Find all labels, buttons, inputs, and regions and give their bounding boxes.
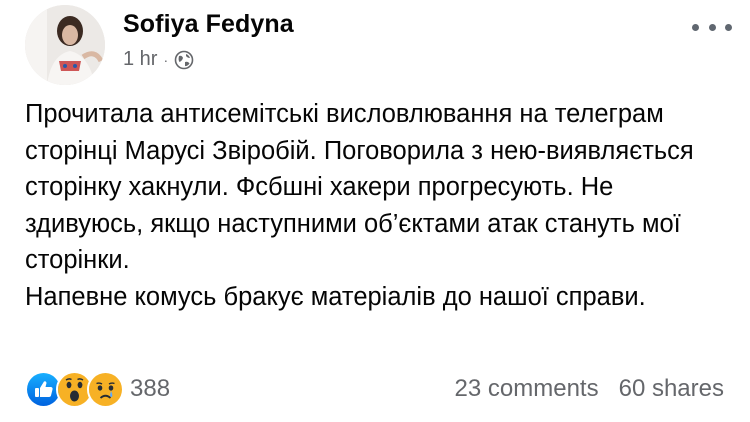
- globe-icon[interactable]: [174, 50, 194, 70]
- reactions[interactable]: 388: [25, 370, 171, 408]
- separator: ·: [163, 51, 169, 68]
- sad-icon: [87, 370, 124, 408]
- more-options-icon[interactable]: [692, 17, 732, 37]
- post-paragraph: Напевне комусь бракує матеріалів до нашо…: [25, 282, 646, 311]
- author-name[interactable]: Sofiya Fedyna: [123, 10, 294, 39]
- shares-link[interactable]: 60 shares: [619, 375, 724, 403]
- post-footer: 388 23 comments 60 shares: [25, 369, 724, 409]
- more-dot: [708, 23, 716, 31]
- post-paragraph: Прочитала антисемітські висловлювання на…: [25, 100, 694, 275]
- engagement-counts: 23 comments 60 shares: [455, 375, 724, 403]
- post-body: Прочитала антисемітські висловлювання на…: [25, 96, 725, 316]
- post-meta: 1 hr ·: [123, 48, 194, 71]
- post-time[interactable]: 1 hr: [123, 48, 157, 71]
- comments-link[interactable]: 23 comments: [455, 375, 599, 403]
- facebook-post: Sofiya Fedyna 1 hr · Прочитала антисеміт…: [0, 0, 750, 422]
- avatar-photo: [25, 5, 105, 85]
- reaction-count: 388: [130, 375, 171, 402]
- more-dot: [725, 23, 732, 31]
- avatar[interactable]: [25, 5, 105, 85]
- more-dot: [692, 23, 699, 31]
